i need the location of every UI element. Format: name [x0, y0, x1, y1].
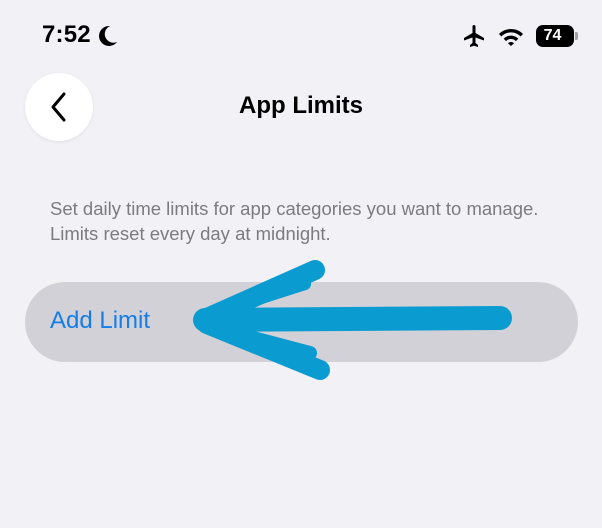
moon-icon [99, 25, 117, 46]
wifi-icon [499, 29, 523, 46]
airplane-icon [464, 25, 484, 47]
description-text: Set daily time limits for app categories… [50, 198, 539, 244]
page-title: App Limits [239, 92, 363, 119]
battery-icon: 74 [536, 25, 578, 47]
status-time: 7:52 [42, 21, 91, 48]
app-limits-screen: 7:52 74 App Limits Set daily time limits… [0, 0, 602, 528]
status-indicators: 74 [462, 24, 578, 48]
status-bar: 7:52 74 [0, 0, 602, 70]
add-limit-label: Add Limit [50, 307, 151, 334]
battery-level: 74 [543, 27, 562, 44]
add-limit-button[interactable]: Add Limit [25, 282, 578, 362]
